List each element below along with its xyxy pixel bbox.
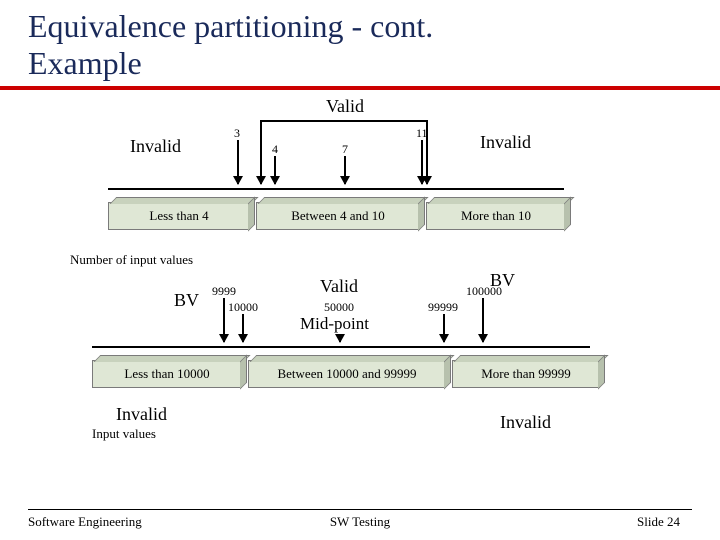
d1-arrow-4b [274,156,276,184]
d1-arrow-3 [237,140,239,184]
d2-box-less-than-10000: Less than 10000 [92,360,242,388]
d1-partition-boxes: Less than 4 Between 4 and 10 More than 1… [108,202,566,230]
d2-tick-100000: 100000 [466,284,502,299]
d1-axis-caption: Number of input values [70,252,193,268]
d2-valid-label: Valid [320,276,358,297]
d2-arrow-99999 [443,314,445,342]
d2-number-line [92,346,590,348]
d2-partition-boxes: Less than 10000 Between 10000 and 99999 … [92,360,600,388]
slide-title-block: Equivalence partitioning - cont. Example [0,0,720,82]
footer-center: SW Testing [0,514,720,530]
d2-arrow-100000 [482,298,484,342]
d2-box-between: Between 10000 and 99999 [248,360,446,388]
d2-invalid-left: Invalid [116,404,167,425]
slide-title-line1: Equivalence partitioning - cont. [28,8,720,45]
d1-number-line [108,188,564,190]
d1-tick-4: 4 [272,142,278,157]
title-underline [0,86,720,90]
slide-footer: SW Testing Software Engineering Slide 24 [0,509,720,530]
d1-valid-label: Valid [326,96,364,117]
d2-arrow-10000 [242,314,244,342]
d2-midpoint-label: Mid-point [300,314,369,334]
d1-invalid-left: Invalid [130,136,181,157]
d2-tick-9999: 9999 [212,284,236,299]
d2-box-more-than-99999: More than 99999 [452,360,600,388]
d1-arrow-10 [426,120,428,184]
d2-arrow-50000 [339,334,341,342]
d1-tick-3: 3 [234,126,240,141]
d1-valid-connector [260,120,426,122]
d1-arrow-4a [260,120,262,184]
d2-arrow-9999 [223,298,225,342]
d1-arrow-7 [344,156,346,184]
d2-bv-left: BV [174,290,199,311]
d1-box-less-than-4: Less than 4 [108,202,250,230]
d2-invalid-right: Invalid [500,412,551,433]
d2-tick-10000: 10000 [228,300,258,315]
d1-box-between-4-10: Between 4 and 10 [256,202,420,230]
slide-title-line2: Example [28,45,720,82]
d2-tick-99999: 99999 [428,300,458,315]
d2-tick-50000: 50000 [324,300,354,315]
d1-box-more-than-10: More than 10 [426,202,566,230]
d2-axis-caption: Input values [92,426,156,442]
d1-tick-7: 7 [342,142,348,157]
footer-rule [28,509,692,510]
d1-invalid-right: Invalid [480,132,531,153]
